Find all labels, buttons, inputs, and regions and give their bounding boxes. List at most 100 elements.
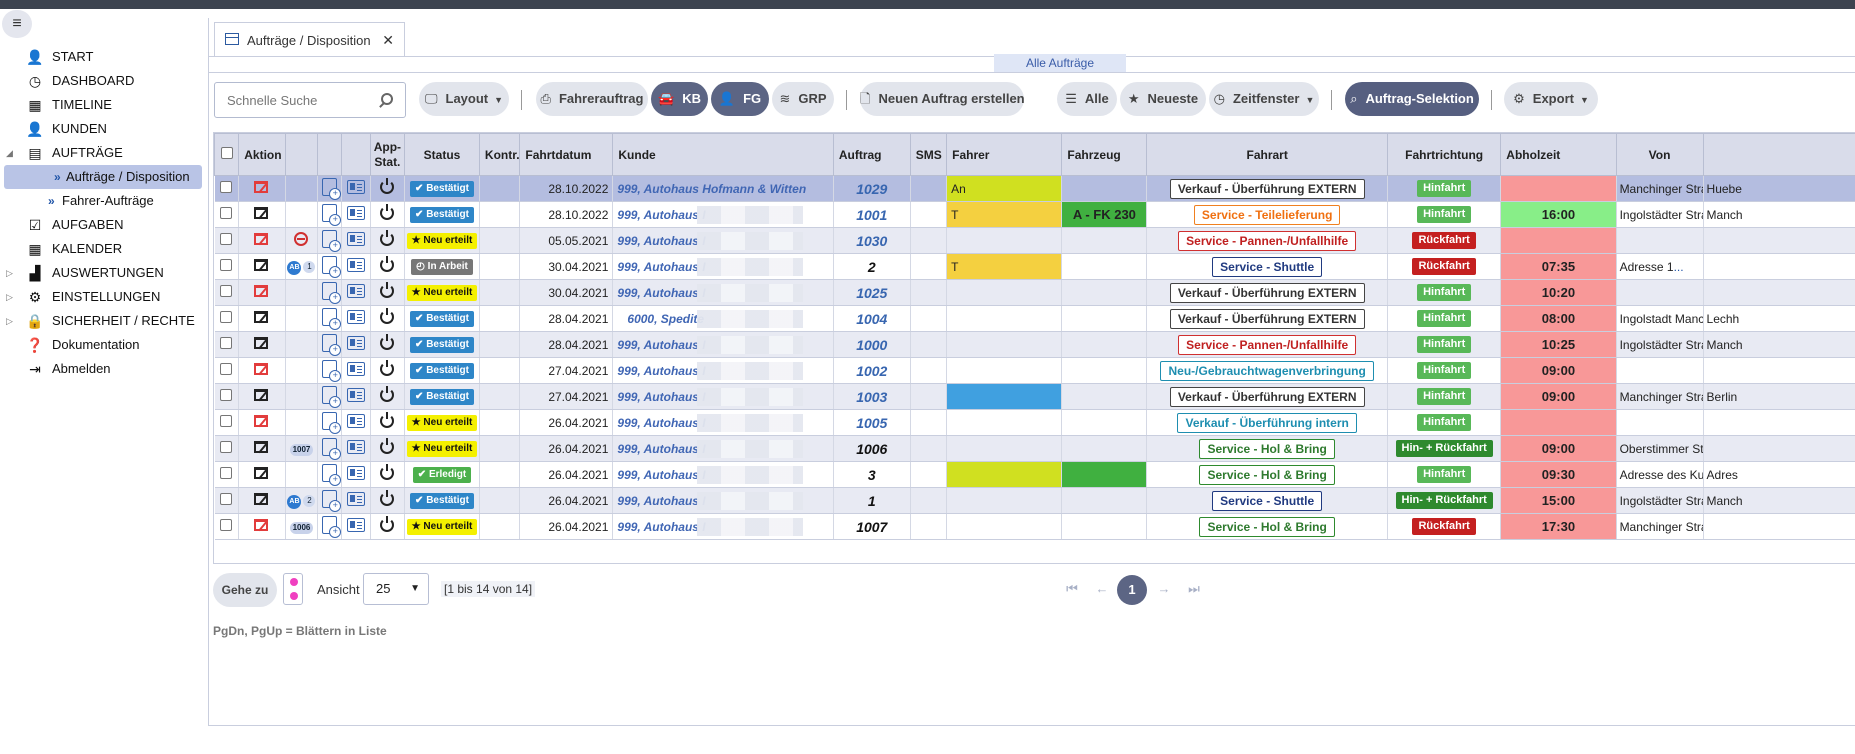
kb-button[interactable]: 🚘 KB	[651, 82, 708, 116]
contact-card-icon[interactable]	[347, 518, 366, 532]
power-icon[interactable]	[380, 438, 395, 454]
table-row[interactable]: 1007 ★ Neu erteilt 26.04.2021999, Autohaus…	[214, 435, 1855, 462]
sidebar-item-11[interactable]: ▷ 🔒 SICHERHEIT / RECHTE	[0, 309, 206, 333]
contact-card-icon[interactable]	[347, 258, 366, 272]
ab-badge[interactable]: AB	[287, 261, 302, 275]
row-checkbox[interactable]	[220, 441, 233, 453]
add-document-icon[interactable]	[322, 334, 341, 356]
signature-icon[interactable]	[253, 361, 271, 377]
power-icon[interactable]	[380, 334, 395, 350]
power-icon[interactable]	[380, 412, 395, 428]
last-page-icon[interactable]: ⏭	[1179, 573, 1209, 605]
row-checkbox[interactable]	[220, 285, 233, 297]
tab-auftraege-disposition[interactable]: Aufträge / Disposition ✕	[214, 22, 405, 56]
current-page-button[interactable]: 1	[1117, 575, 1147, 605]
new-order-button[interactable]: 🗋 Neuen Auftrag erstellen	[860, 82, 1025, 116]
kunde-text[interactable]: 999, Autohaus I	[617, 364, 705, 378]
layout-button[interactable]: 🖵 Layout ▼	[419, 82, 509, 116]
power-icon[interactable]	[380, 230, 395, 246]
kunde-text[interactable]: 999, Autohaus I	[617, 390, 705, 404]
table-row[interactable]: ★ Neu erteilt 05.05.2021999, Autohaus I 10…	[214, 227, 1855, 254]
table-row[interactable]: ★ Neu erteilt 30.04.2021999, Autohaus I 10…	[214, 279, 1855, 306]
table-row[interactable]: AB2 ✔ Bestätigt 26.04.2021999, Autohaus I 1…	[214, 487, 1855, 514]
contact-card-icon[interactable]	[347, 336, 366, 350]
row-checkbox[interactable]	[220, 207, 233, 219]
sidebar-item-10[interactable]: ▷ ⚙ EINSTELLUNGEN	[0, 285, 206, 309]
close-icon[interactable]: ✕	[382, 32, 394, 48]
per-page-select[interactable]: 25 ▼	[363, 573, 429, 605]
table-row[interactable]: ✔ Bestätigt 27.04.2021999, Autohaus I 1002…	[214, 357, 1855, 384]
filter-label[interactable]: Alle Aufträge	[994, 54, 1126, 72]
caret-icon[interactable]: ▷	[6, 309, 13, 333]
table-row[interactable]: ✔ Bestätigt 28.10.2022999, Autohaus Hofma…	[214, 175, 1855, 202]
power-icon[interactable]	[380, 386, 395, 402]
add-document-icon[interactable]	[322, 360, 341, 382]
add-document-icon[interactable]	[322, 308, 341, 330]
power-icon[interactable]	[380, 256, 395, 272]
add-document-icon[interactable]	[322, 178, 341, 200]
col-app-stat[interactable]: App-Stat.	[369, 133, 406, 176]
signature-icon[interactable]	[253, 439, 271, 455]
linked-order-chip[interactable]: 1006	[289, 522, 314, 534]
contact-card-icon[interactable]	[347, 388, 366, 402]
next-page-icon[interactable]: →	[1149, 573, 1179, 605]
contact-card-icon[interactable]	[347, 440, 366, 454]
sidebar-item-1[interactable]: ◷ DASHBOARD	[0, 69, 206, 93]
contact-card-icon[interactable]	[347, 232, 366, 246]
kunde-text[interactable]: 999, Autohaus I	[617, 468, 705, 482]
col-abholzeit[interactable]: Abholzeit	[1500, 133, 1617, 176]
sidebar-item-5[interactable]: » Aufträge / Disposition	[4, 165, 202, 189]
contact-card-icon[interactable]	[347, 310, 366, 324]
col-von[interactable]: Von	[1615, 133, 1704, 176]
signature-icon[interactable]	[253, 257, 271, 273]
sidebar-item-6[interactable]: » Fahrer-Aufträge	[0, 189, 206, 213]
neueste-button[interactable]: ★ Neueste	[1120, 82, 1206, 116]
contact-card-icon[interactable]	[347, 206, 366, 220]
auftrag-cell[interactable]: 2	[833, 253, 911, 280]
alle-button[interactable]: ☰ Alle	[1057, 82, 1117, 116]
caret-icon[interactable]: ▷	[6, 261, 13, 285]
col-fahrtdatum[interactable]: Fahrtdatum	[519, 133, 614, 176]
add-document-icon[interactable]	[322, 412, 341, 434]
power-icon[interactable]	[380, 204, 395, 220]
row-checkbox[interactable]	[220, 467, 233, 479]
signature-icon[interactable]	[253, 491, 271, 507]
col-aktion[interactable]: Aktion	[238, 133, 286, 176]
kunde-text[interactable]: 999, Autohaus I	[617, 442, 705, 456]
sidebar-item-12[interactable]: ❓ Dokumentation	[0, 333, 206, 357]
row-checkbox[interactable]	[220, 181, 233, 193]
row-checkbox[interactable]	[220, 493, 233, 505]
kunde-text[interactable]: 999, Autohaus I	[617, 260, 705, 274]
power-icon[interactable]	[380, 282, 395, 298]
row-checkbox[interactable]	[220, 519, 233, 531]
table-row[interactable]: ✔ Bestätigt 28.04.2021 6000, Spedite 1004 Ve…	[214, 305, 1855, 332]
sidebar-item-0[interactable]: 👤 START	[0, 45, 206, 69]
kunde-text[interactable]: 999, Autohaus Hofmann & Witten	[617, 182, 806, 196]
auftrag-cell[interactable]: 1003	[833, 383, 911, 410]
contact-card-icon[interactable]	[347, 284, 366, 298]
sidebar-item-9[interactable]: ▷ ▟ AUSWERTUNGEN	[0, 261, 206, 285]
power-icon[interactable]	[380, 464, 395, 480]
sidebar-item-8[interactable]: ▦ KALENDER	[0, 237, 206, 261]
auftrag-cell[interactable]: 1001	[833, 201, 911, 228]
caret-icon[interactable]: ◢	[6, 141, 13, 165]
table-row[interactable]: 1006 ★ Neu erteilt 26.04.2021999, Autohaus…	[214, 513, 1855, 540]
sidebar-item-7[interactable]: ☑ AUFGABEN	[0, 213, 206, 237]
power-icon[interactable]	[380, 178, 395, 194]
contact-card-icon[interactable]	[347, 466, 366, 480]
first-page-icon[interactable]: ⏮	[1057, 573, 1087, 605]
menu-toggle-button[interactable]: ≡	[2, 10, 32, 38]
auftrag-cell[interactable]: 1007	[833, 513, 911, 540]
table-row[interactable]: ✔ Bestätigt 28.04.2021999, Autohaus I 1000…	[214, 331, 1855, 358]
zeitfenster-button[interactable]: ◷ Zeitfenster ▼	[1209, 82, 1319, 116]
auftrag-cell[interactable]: 1005	[833, 409, 911, 436]
col-status[interactable]: Status	[404, 133, 480, 176]
col-auftrag[interactable]: Auftrag	[832, 133, 911, 176]
search-icon[interactable]	[381, 93, 393, 105]
signature-icon[interactable]	[253, 231, 271, 247]
auftrag-cell[interactable]: 3	[833, 461, 911, 488]
linked-order-chip[interactable]: 1007	[289, 444, 314, 456]
auftrag-cell[interactable]: 1029	[833, 175, 911, 202]
kunde-text[interactable]: 999, Autohaus I	[617, 494, 705, 508]
row-checkbox[interactable]	[220, 311, 233, 323]
